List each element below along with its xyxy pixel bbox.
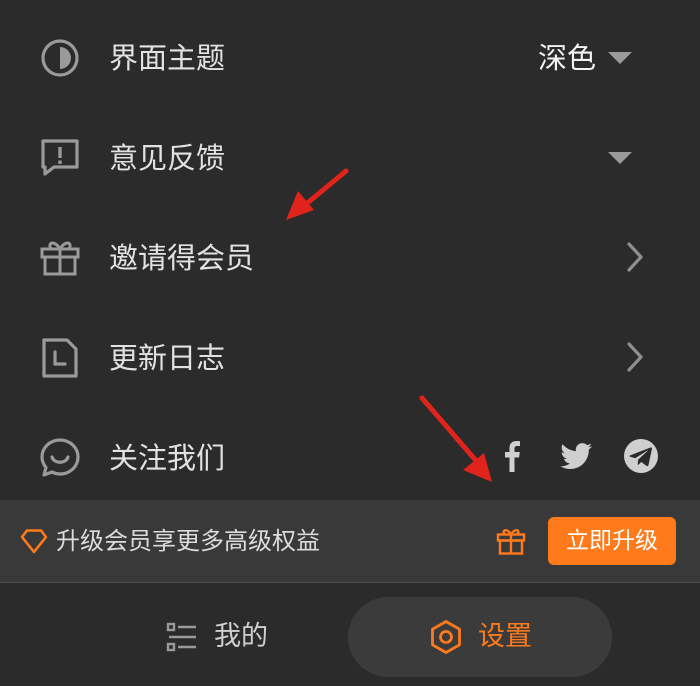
- chat-smile-icon: [38, 436, 82, 480]
- upgrade-button[interactable]: 立即升级: [548, 517, 676, 565]
- menu-item-invite[interactable]: 邀请得会员: [0, 200, 700, 300]
- feedback-icon: [38, 136, 82, 180]
- list-icon: [166, 621, 198, 653]
- promo-text: 升级会员享更多高级权益: [56, 527, 320, 555]
- menu-item-changelog-label: 更新日志: [109, 341, 226, 375]
- tab-settings[interactable]: 设置: [348, 597, 612, 677]
- caret-down-icon[interactable]: [606, 50, 634, 66]
- diamond-icon: [20, 528, 48, 554]
- theme-value[interactable]: 深色: [538, 36, 596, 80]
- tab-settings-label: 设置: [478, 621, 532, 652]
- tab-mine-label: 我的: [214, 621, 268, 652]
- tab-mine[interactable]: 我的: [160, 611, 300, 661]
- document-clock-icon: [38, 336, 82, 380]
- chevron-right-icon[interactable]: [624, 340, 646, 374]
- settings-screen: 界面主题 深色 意见反馈 邀请得会员 更新日志 关注我们 升级会员享更多高级权益…: [0, 0, 700, 686]
- menu-item-theme[interactable]: 界面主题 深色: [0, 0, 700, 100]
- gift-icon[interactable]: [495, 525, 527, 557]
- tab-bar: 我的 设置: [0, 583, 700, 686]
- half-circle-icon: [38, 36, 82, 80]
- gift-icon: [38, 236, 82, 280]
- menu-item-changelog[interactable]: 更新日志: [0, 300, 700, 400]
- twitter-icon[interactable]: [556, 436, 596, 476]
- menu-item-follow-label: 关注我们: [109, 441, 226, 475]
- facebook-icon[interactable]: [492, 436, 532, 476]
- menu-item-invite-label: 邀请得会员: [109, 241, 255, 275]
- caret-down-icon[interactable]: [606, 150, 634, 166]
- menu-item-theme-label: 界面主题: [109, 41, 226, 75]
- hexagon-settings-icon: [428, 619, 464, 655]
- telegram-icon[interactable]: [621, 436, 661, 476]
- chevron-right-icon[interactable]: [624, 240, 646, 274]
- menu-item-feedback[interactable]: 意见反馈: [0, 100, 700, 200]
- promo-bar: 升级会员享更多高级权益 立即升级: [0, 500, 700, 583]
- menu-item-feedback-label: 意见反馈: [109, 141, 226, 175]
